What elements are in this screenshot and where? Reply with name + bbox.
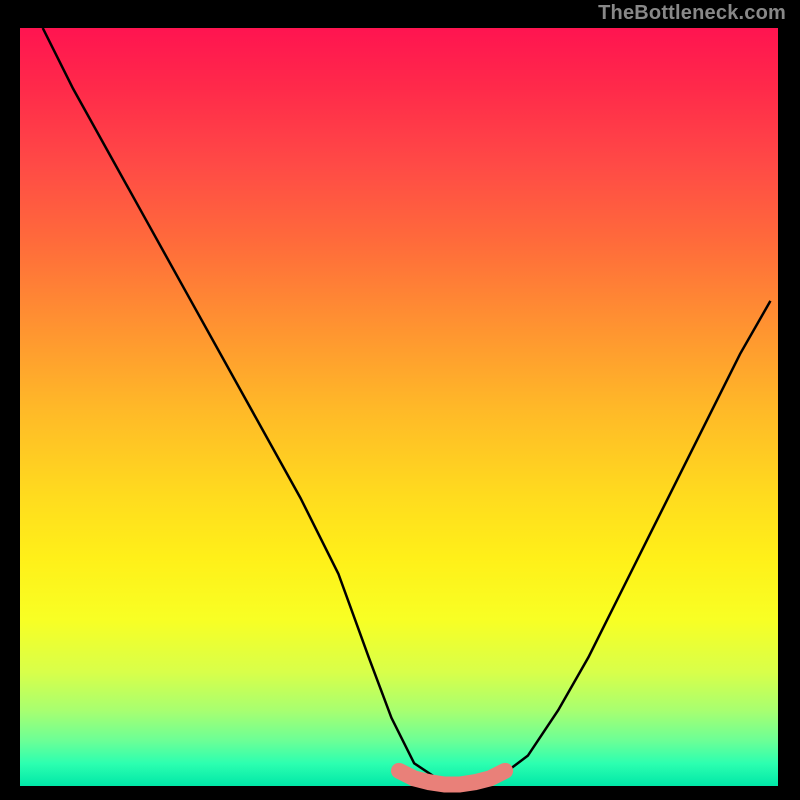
flat-bottom-highlight bbox=[399, 771, 505, 785]
chart-container: TheBottleneck.com bbox=[0, 0, 800, 800]
bottleneck-curve bbox=[43, 28, 771, 786]
plot-area bbox=[20, 28, 778, 786]
watermark-text: TheBottleneck.com bbox=[598, 2, 786, 25]
curve-layer bbox=[20, 28, 778, 786]
